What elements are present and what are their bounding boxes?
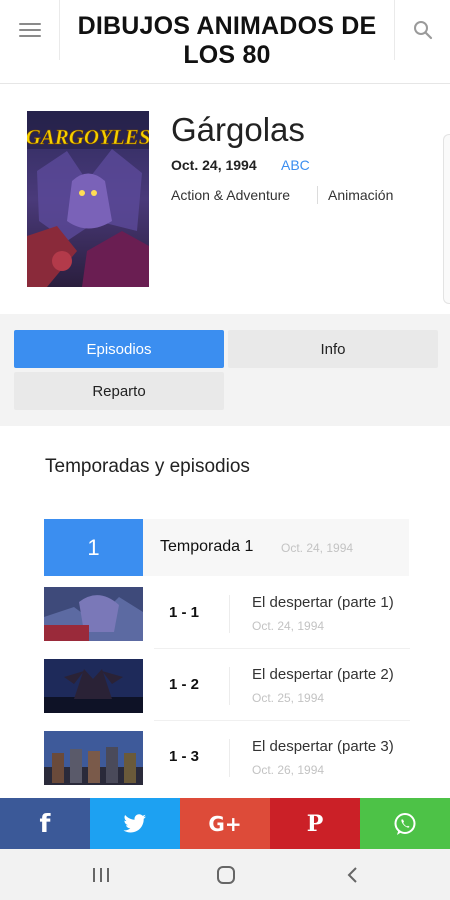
poster-image: GARGOYLES (27, 111, 149, 287)
tab-episodios[interactable]: Episodios (14, 330, 224, 368)
tab-reparto[interactable]: Reparto (14, 372, 224, 410)
show-premiere-date: Oct. 24, 1994 (171, 157, 257, 173)
top-app-bar: DIBUJOS ANIMADOS DE LOS 80 (0, 0, 450, 84)
show-title: Gárgolas (171, 111, 305, 148)
genre-tag[interactable]: Action & Adventure (171, 187, 290, 203)
home-button[interactable] (211, 861, 241, 889)
episode-date: Oct. 24, 1994 (252, 619, 325, 633)
whatsapp-icon (394, 812, 416, 835)
pinterest-icon: P (306, 810, 324, 837)
genre-tag[interactable]: Animación (328, 187, 393, 203)
season-label: Temporada 1 (160, 538, 254, 555)
row-divider (154, 720, 410, 721)
system-navigation-bar (0, 849, 450, 900)
episode-divider (229, 667, 230, 705)
episode-divider (229, 739, 230, 777)
episode-row[interactable]: 1 - 1 El despertar (parte 1) Oct. 24, 19… (44, 587, 410, 649)
share-pinterest-button[interactable]: P (270, 798, 360, 849)
share-whatsapp-button[interactable] (360, 798, 450, 849)
tabs-container: Episodios Info Reparto (0, 314, 450, 426)
episode-row[interactable]: 1 - 2 El despertar (parte 2) Oct. 25, 19… (44, 659, 410, 721)
show-poster[interactable]: GARGOYLES (27, 111, 149, 287)
episode-title: El despertar (parte 3) (252, 738, 394, 755)
poster-logo-text: GARGOYLES (27, 125, 149, 149)
season-date: Oct. 24, 1994 (281, 541, 354, 555)
genre-divider (317, 186, 318, 204)
recent-apps-button[interactable] (86, 861, 116, 889)
show-network-link[interactable]: ABC (281, 157, 310, 173)
tab-info[interactable]: Info (228, 330, 438, 368)
episode-date: Oct. 26, 1994 (252, 763, 325, 777)
side-panel-handle[interactable] (443, 134, 450, 304)
episode-title: El despertar (parte 1) (252, 594, 394, 611)
episode-thumbnail (44, 731, 143, 785)
home-icon (217, 866, 235, 884)
episode-divider (229, 595, 230, 633)
share-bar: f G+ P (0, 798, 450, 849)
google-plus-icon: G+ (208, 811, 242, 836)
share-google-plus-button[interactable]: G+ (180, 798, 270, 849)
episode-date: Oct. 25, 1994 (252, 691, 325, 705)
episode-row[interactable]: 1 - 3 El despertar (parte 3) Oct. 26, 19… (44, 731, 410, 789)
menu-button[interactable] (0, 0, 60, 60)
section-title: Temporadas y episodios (45, 456, 250, 477)
back-button[interactable] (337, 861, 367, 889)
episode-number: 1 - 2 (169, 676, 200, 693)
app-title: DIBUJOS ANIMADOS DE LOS 80 (77, 12, 377, 69)
episode-thumbnail (44, 659, 143, 713)
search-button[interactable] (394, 0, 450, 60)
app-screen: DIBUJOS ANIMADOS DE LOS 80 GARGOYLES Gár… (0, 0, 450, 900)
twitter-icon (123, 813, 146, 832)
facebook-icon: f (39, 809, 51, 838)
episode-title: El despertar (parte 2) (252, 666, 394, 683)
share-facebook-button[interactable]: f (0, 798, 90, 849)
share-twitter-button[interactable] (90, 798, 180, 849)
episode-number: 1 - 3 (169, 748, 200, 765)
back-chevron-icon (347, 867, 357, 883)
episode-thumbnail (44, 587, 143, 641)
season-number-button[interactable]: 1 (44, 519, 143, 576)
hamburger-menu-icon (18, 23, 41, 37)
search-icon (413, 21, 432, 40)
episode-number: 1 - 1 (169, 604, 200, 621)
row-divider (154, 648, 410, 649)
recent-apps-icon (93, 868, 109, 882)
